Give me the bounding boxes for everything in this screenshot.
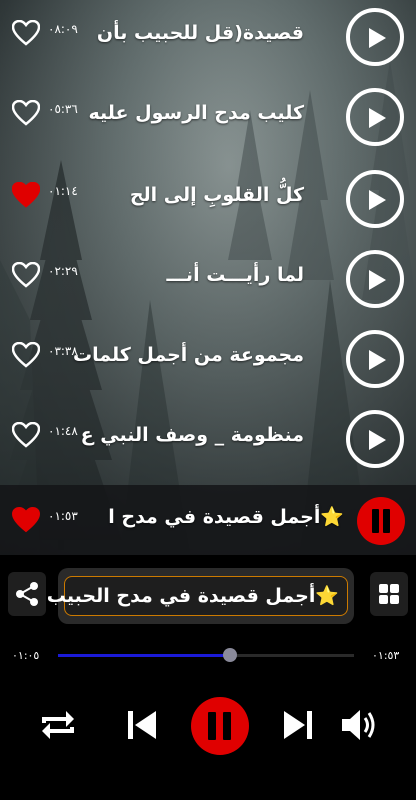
track-duration: ٠١:٤٨ bbox=[48, 424, 78, 438]
menu-grid-button[interactable] bbox=[370, 572, 408, 616]
play-icon bbox=[369, 28, 386, 48]
track-title: كليب مدح الرسول عليه bbox=[88, 102, 304, 124]
pause-icon bbox=[208, 712, 216, 740]
play-button[interactable] bbox=[346, 88, 404, 146]
heart-icon[interactable] bbox=[12, 262, 40, 288]
share-button[interactable] bbox=[8, 572, 46, 616]
skip-previous-icon[interactable] bbox=[122, 705, 162, 745]
heart-icon[interactable] bbox=[12, 342, 40, 368]
play-button[interactable] bbox=[346, 410, 404, 468]
play-button[interactable] bbox=[346, 250, 404, 308]
track-row[interactable]: ٠٢:٢٩ لما رأيـــت أنـــ bbox=[0, 242, 416, 322]
track-duration: ٠١:٥٣ bbox=[48, 509, 78, 523]
seek-thumb[interactable] bbox=[222, 648, 237, 662]
track-duration: ٠١:١٤ bbox=[48, 184, 78, 198]
heart-icon[interactable] bbox=[12, 20, 40, 46]
heart-icon[interactable] bbox=[12, 422, 40, 448]
play-icon bbox=[369, 190, 386, 210]
play-button[interactable] bbox=[346, 330, 404, 388]
track-row[interactable]: ٠١:٤٨ منظومة _ وصف النبي ع bbox=[0, 402, 416, 482]
total-duration: ٠١:٥٣ bbox=[372, 649, 400, 662]
track-duration: ٠٥:٣٦ bbox=[48, 102, 78, 116]
now-playing-box: ⭐أجمل قصيدة في مدح الحبيب bbox=[47, 568, 354, 624]
track-title: قصيدة(قل للحبيب بأن bbox=[96, 22, 304, 44]
pause-button[interactable] bbox=[357, 497, 405, 545]
main-pause-button[interactable] bbox=[191, 697, 249, 755]
track-duration: ٠٢:٢٩ bbox=[48, 264, 78, 278]
player-panel: ⭐أجمل قصيدة في مدح الحبيب ٠١:٠٥ ٠١:٥٣ bbox=[0, 555, 416, 800]
grid-icon bbox=[379, 584, 399, 604]
seek-progress bbox=[58, 654, 230, 657]
elapsed-time: ٠١:٠٥ bbox=[12, 649, 40, 662]
play-icon bbox=[369, 350, 386, 370]
now-playing-title: ⭐أجمل قصيدة في مدح الحبيب bbox=[46, 585, 339, 607]
pause-icon bbox=[372, 509, 379, 533]
skip-next-icon[interactable] bbox=[278, 705, 318, 745]
track-title: منظومة _ وصف النبي ع bbox=[80, 424, 304, 446]
track-title: مجموعة من أجمل كلمات bbox=[73, 344, 304, 366]
play-icon bbox=[369, 108, 386, 128]
heart-icon[interactable] bbox=[12, 507, 40, 533]
share-icon bbox=[16, 582, 38, 606]
play-button[interactable] bbox=[346, 8, 404, 66]
heart-icon[interactable] bbox=[12, 182, 40, 208]
track-row[interactable]: ٠٥:٣٦ كليب مدح الرسول عليه bbox=[0, 80, 416, 160]
track-row[interactable]: ٠١:١٤ كلُّ القلوبِ إلى الح bbox=[0, 162, 416, 242]
heart-icon[interactable] bbox=[12, 100, 40, 126]
play-button[interactable] bbox=[346, 170, 404, 228]
active-track-row[interactable]: ٠١:٥٣ ⭐أجمل قصيدة في مدح ا bbox=[0, 485, 416, 555]
track-title: كلُّ القلوبِ إلى الح bbox=[129, 184, 304, 206]
play-icon bbox=[369, 270, 386, 290]
track-title: ⭐أجمل قصيدة في مدح ا bbox=[108, 506, 344, 528]
track-row[interactable]: ٠٣:٣٨ مجموعة من أجمل كلمات bbox=[0, 322, 416, 402]
play-icon bbox=[369, 430, 386, 450]
repeat-icon[interactable] bbox=[38, 705, 78, 745]
seek-bar[interactable] bbox=[58, 648, 354, 662]
volume-icon[interactable] bbox=[338, 705, 380, 745]
track-duration: ٠٨:٠٩ bbox=[48, 22, 78, 36]
track-title: لما رأيـــت أنـــ bbox=[166, 264, 304, 286]
track-row[interactable]: ٠٨:٠٩ قصيدة(قل للحبيب بأن bbox=[0, 0, 416, 80]
